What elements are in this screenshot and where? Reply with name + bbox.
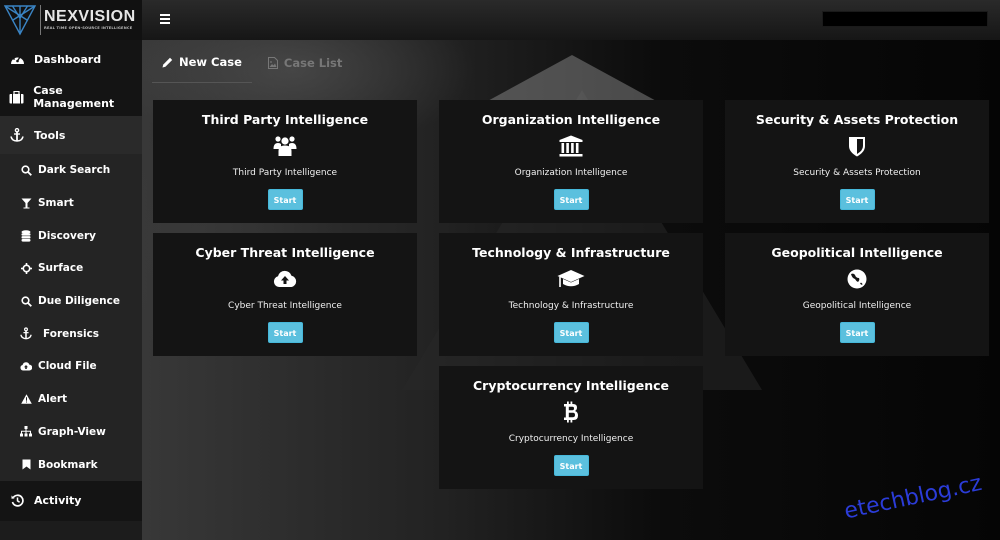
sidebar-item-label: Due Diligence bbox=[38, 295, 120, 308]
card-description: Cryptocurrency Intelligence bbox=[508, 434, 634, 444]
card-description: Geopolitical Intelligence bbox=[802, 301, 912, 311]
sidebar-item-discovery[interactable]: Discovery bbox=[0, 219, 142, 253]
card-title: Technology & Infrastructure bbox=[472, 245, 670, 260]
warning-icon bbox=[20, 393, 32, 405]
nexvision-logo-icon bbox=[0, 0, 40, 40]
institution-icon bbox=[439, 135, 703, 157]
history-icon bbox=[9, 493, 25, 509]
logo-divider bbox=[40, 5, 41, 35]
sidebar-item-label: Alert bbox=[38, 393, 68, 406]
card-organization-intelligence: Organization Intelligence Organization I… bbox=[439, 100, 703, 223]
sidebar-item-label: Cloud File bbox=[38, 360, 97, 373]
anchor-icon bbox=[9, 127, 25, 143]
sidebar-item-label: Case Management bbox=[33, 84, 115, 110]
card-title: Geopolitical Intelligence bbox=[771, 245, 943, 260]
card-description: Organization Intelligence bbox=[514, 168, 628, 178]
sidebar-item-cloud-file[interactable]: Cloud File bbox=[0, 350, 142, 383]
sidebar-item-forensics[interactable]: Forensics bbox=[0, 317, 142, 351]
tab-label: New Case bbox=[179, 55, 242, 69]
sidebar-item-label: Activity bbox=[34, 494, 82, 508]
file-image-icon bbox=[267, 56, 278, 69]
card-title: Security & Assets Protection bbox=[755, 112, 959, 127]
sidebar-item-label: Bookmark bbox=[38, 458, 98, 471]
start-button[interactable]: Start bbox=[553, 189, 589, 210]
briefcase-icon bbox=[9, 89, 24, 105]
sidebar-item-label: Forensics bbox=[43, 327, 100, 340]
sidebar-item-graph-view[interactable]: Graph-View bbox=[0, 415, 142, 449]
card-title: Cyber Threat Intelligence bbox=[195, 245, 375, 260]
dashboard-gauge-icon bbox=[9, 51, 25, 67]
card-title: Organization Intelligence bbox=[481, 112, 661, 127]
sidebar-item-surface[interactable]: Surface bbox=[0, 252, 142, 285]
users-icon bbox=[153, 135, 417, 157]
sidebar-item-tools[interactable]: Tools bbox=[0, 116, 142, 154]
card-title: Cryptocurrency Intelligence bbox=[473, 378, 669, 393]
sidebar-item-alert[interactable]: Alert bbox=[0, 382, 142, 416]
start-button[interactable]: Start bbox=[553, 322, 589, 343]
card-description: Third Party Intelligence bbox=[232, 168, 338, 178]
sidebar-item-due-diligence[interactable]: Due Diligence bbox=[0, 284, 142, 318]
tab-label: Case List bbox=[283, 55, 343, 70]
anchor-icon bbox=[20, 327, 32, 340]
card-third-party-intelligence: Third Party Intelligence Third Party Int… bbox=[153, 100, 417, 223]
sidebar-item-dark-search[interactable]: Dark Search bbox=[0, 154, 142, 187]
card-description: Technology & Infrastructure bbox=[508, 301, 634, 311]
sidebar-item-bookmark[interactable]: Bookmark bbox=[0, 448, 142, 481]
sidebar-item-label: Graph-View bbox=[38, 425, 106, 438]
sidebar-item-label: Smart bbox=[38, 197, 74, 210]
crosshairs-icon bbox=[20, 262, 32, 274]
sitemap-icon bbox=[20, 426, 32, 438]
tab-case-list[interactable]: Case List bbox=[258, 43, 352, 83]
database-icon bbox=[20, 229, 32, 242]
sidebar-item-label: Surface bbox=[38, 262, 84, 275]
card-cryptocurrency-intelligence: Cryptocurrency Intelligence Cryptocurren… bbox=[439, 366, 703, 489]
search-icon bbox=[20, 295, 32, 307]
app-tagline: REAL TIME OPEN-SOURCE INTELLIGENCE bbox=[44, 26, 133, 31]
top-bar: NEXVISION REAL TIME OPEN-SOURCE INTELLIG… bbox=[0, 0, 1000, 40]
card-description: Security & Assets Protection bbox=[793, 168, 921, 178]
globe-icon bbox=[725, 268, 989, 290]
card-description: Cyber Threat Intelligence bbox=[228, 301, 342, 311]
start-button[interactable]: Start bbox=[553, 455, 589, 476]
sidebar-item-smart[interactable]: Smart bbox=[0, 186, 142, 220]
sidebar-item-label: Dashboard bbox=[34, 52, 102, 66]
app-name: NEXVISION bbox=[44, 8, 136, 26]
main-content: New Case Case List Third Party Intellige… bbox=[142, 40, 1000, 540]
sidebar-item-label: Discovery bbox=[38, 229, 96, 242]
glass-filter-icon bbox=[20, 197, 32, 209]
hamburger-icon[interactable] bbox=[160, 14, 170, 24]
case-tabs: New Case Case List bbox=[142, 40, 352, 85]
pencil-icon bbox=[162, 57, 173, 68]
start-button[interactable]: Start bbox=[267, 322, 303, 343]
card-geopolitical-intelligence: Geopolitical Intelligence Geopolitical I… bbox=[725, 233, 989, 356]
start-button[interactable]: Start bbox=[839, 322, 875, 343]
cloud-upload-icon bbox=[20, 360, 32, 372]
card-security-assets-protection: Security & Assets Protection Security & … bbox=[725, 100, 989, 223]
sidebar-item-dashboard[interactable]: Dashboard bbox=[0, 40, 142, 78]
cloud-upload-icon bbox=[153, 268, 417, 290]
sidebar-item-activity[interactable]: Activity bbox=[0, 480, 142, 521]
sidebar-item-label: Dark Search bbox=[38, 164, 111, 177]
logo[interactable]: NEXVISION REAL TIME OPEN-SOURCE INTELLIG… bbox=[0, 0, 142, 40]
search-icon bbox=[20, 164, 32, 176]
bookmark-icon bbox=[20, 459, 32, 471]
card-technology-infrastructure: Technology & Infrastructure Technology &… bbox=[439, 233, 703, 356]
tab-new-case[interactable]: New Case bbox=[152, 43, 252, 83]
card-title: Third Party Intelligence bbox=[201, 112, 369, 127]
top-search-field[interactable] bbox=[822, 11, 988, 27]
card-cyber-threat-intelligence: Cyber Threat Intelligence Cyber Threat I… bbox=[153, 233, 417, 356]
shield-icon bbox=[725, 135, 989, 157]
sidebar-item-case-management[interactable]: Case Management bbox=[0, 78, 142, 116]
sidebar: Dashboard Case Management Tools Dark Sea… bbox=[0, 40, 142, 540]
start-button[interactable]: Start bbox=[267, 189, 303, 210]
graduation-cap-icon bbox=[439, 268, 703, 290]
start-button[interactable]: Start bbox=[839, 189, 875, 210]
bitcoin-icon bbox=[439, 401, 703, 423]
sidebar-item-label: Tools bbox=[34, 128, 66, 142]
